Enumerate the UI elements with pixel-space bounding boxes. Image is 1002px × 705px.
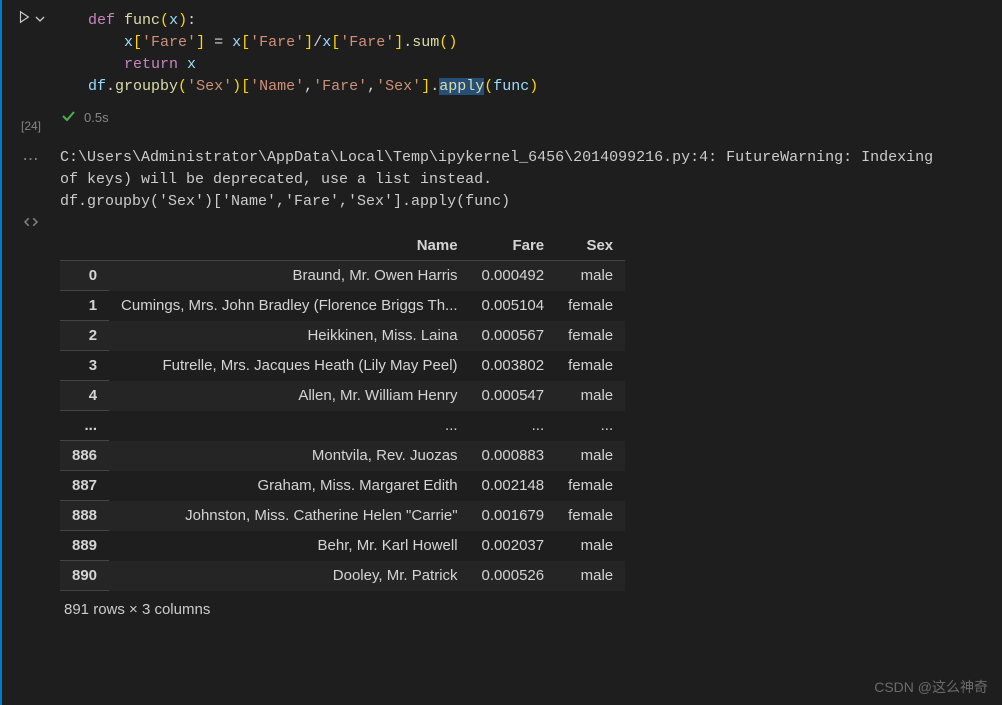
chevron-down-icon[interactable]: [35, 11, 45, 27]
cell: Montvila, Rev. Juozas: [109, 441, 470, 471]
table-row: 886Montvila, Rev. Juozas0.000883male: [60, 441, 625, 471]
column-header: Sex: [556, 231, 625, 261]
cell: Braund, Mr. Owen Harris: [109, 261, 470, 291]
column-header: Name: [109, 231, 470, 261]
method-sum: sum: [412, 34, 439, 51]
cell: male: [556, 561, 625, 591]
cell: 0.000526: [470, 561, 557, 591]
method-groupby: groupby: [115, 78, 178, 95]
row-index: 890: [60, 561, 109, 591]
table-row: 890Dooley, Mr. Patrick0.000526male: [60, 561, 625, 591]
var-x: x: [232, 34, 241, 51]
row-index: 887: [60, 471, 109, 501]
cell: Graham, Miss. Margaret Edith: [109, 471, 470, 501]
row-index: 2: [60, 321, 109, 351]
dataframe-output: NameFareSex 0Braund, Mr. Owen Harris0.00…: [60, 231, 625, 591]
cell: Behr, Mr. Karl Howell: [109, 531, 470, 561]
str-sex: 'Sex': [187, 78, 232, 95]
str-name: 'Name': [250, 78, 304, 95]
cell: 0.000883: [470, 441, 557, 471]
table-row: 887Graham, Miss. Margaret Edith0.002148f…: [60, 471, 625, 501]
cell: Allen, Mr. William Henry: [109, 381, 470, 411]
table-row: 888Johnston, Miss. Catherine Helen "Carr…: [60, 501, 625, 531]
cell: Heikkinen, Miss. Laina: [109, 321, 470, 351]
cell: Johnston, Miss. Catherine Helen "Carrie": [109, 501, 470, 531]
cell: 0.002148: [470, 471, 557, 501]
keyword-def: def: [88, 12, 115, 29]
keyword-return: return: [124, 56, 178, 73]
cell: 0.000547: [470, 381, 557, 411]
row-index: 0: [60, 261, 109, 291]
row-index: 3: [60, 351, 109, 381]
warning-line: C:\Users\Administrator\AppData\Local\Tem…: [60, 147, 1002, 169]
execution-count: [24]: [21, 119, 41, 133]
str-fare: 'Fare': [313, 78, 367, 95]
cell: ...: [556, 411, 625, 441]
func-name: func: [124, 12, 160, 29]
column-header: [60, 231, 109, 261]
cell: male: [556, 381, 625, 411]
param-x: x: [169, 12, 178, 29]
cell: ...: [470, 411, 557, 441]
cell: 0.000567: [470, 321, 557, 351]
run-cell-icon[interactable]: [17, 10, 31, 27]
warning-line: df.groupby('Sex')['Name','Fare','Sex'].a…: [60, 191, 1002, 213]
cell: male: [556, 531, 625, 561]
var-x: x: [124, 34, 133, 51]
cell: female: [556, 321, 625, 351]
cell: 0.002037: [470, 531, 557, 561]
cell: ...: [109, 411, 470, 441]
str-sex: 'Sex': [376, 78, 421, 95]
table-row: 889Behr, Mr. Karl Howell0.002037male: [60, 531, 625, 561]
cell: female: [556, 291, 625, 321]
str-fare: 'Fare': [340, 34, 394, 51]
cell: female: [556, 501, 625, 531]
row-index: 889: [60, 531, 109, 561]
table-row: 2Heikkinen, Miss. Laina0.000567female: [60, 321, 625, 351]
row-index: 1: [60, 291, 109, 321]
table-row: 4Allen, Mr. William Henry0.000547male: [60, 381, 625, 411]
var-df: df: [88, 78, 106, 95]
cell: Futrelle, Mrs. Jacques Heath (Lily May P…: [109, 351, 470, 381]
var-x: x: [187, 56, 196, 73]
cell: 0.000492: [470, 261, 557, 291]
table-row: 0Braund, Mr. Owen Harris0.000492male: [60, 261, 625, 291]
table-row: 3Futrelle, Mrs. Jacques Heath (Lily May …: [60, 351, 625, 381]
row-index: 886: [60, 441, 109, 471]
row-index: ...: [60, 411, 109, 441]
method-apply: apply: [439, 78, 484, 95]
cell: male: [556, 441, 625, 471]
cell: 0.001679: [470, 501, 557, 531]
cell: 0.003802: [470, 351, 557, 381]
arg-func: func: [493, 78, 529, 95]
warning-line: of keys) will be deprecated, use a list …: [60, 169, 1002, 191]
table-row: 1Cumings, Mrs. John Bradley (Florence Br…: [60, 291, 625, 321]
cell: male: [556, 261, 625, 291]
cell: female: [556, 471, 625, 501]
str-fare: 'Fare': [250, 34, 304, 51]
row-index: 4: [60, 381, 109, 411]
str-fare: 'Fare': [142, 34, 196, 51]
column-header: Fare: [470, 231, 557, 261]
dataframe-shape: 891 rows × 3 columns: [60, 591, 1002, 618]
code-editor[interactable]: def func(x): x['Fare'] = x['Fare']/x['Fa…: [60, 6, 1002, 104]
cell: Dooley, Mr. Patrick: [109, 561, 470, 591]
cell: 0.005104: [470, 291, 557, 321]
check-icon: [60, 108, 76, 127]
cell: female: [556, 351, 625, 381]
watermark: CSDN @这么神奇: [874, 677, 988, 697]
more-actions-icon[interactable]: ⋯: [2, 149, 60, 169]
warning-output: C:\Users\Administrator\AppData\Local\Tem…: [60, 147, 1002, 213]
row-index: 888: [60, 501, 109, 531]
elapsed-time: 0.5s: [84, 110, 109, 125]
output-mime-icon[interactable]: [2, 213, 60, 234]
var-x: x: [322, 34, 331, 51]
table-row: ............: [60, 411, 625, 441]
cell-status: 0.5s: [60, 108, 1002, 127]
cell: Cumings, Mrs. John Bradley (Florence Bri…: [109, 291, 470, 321]
